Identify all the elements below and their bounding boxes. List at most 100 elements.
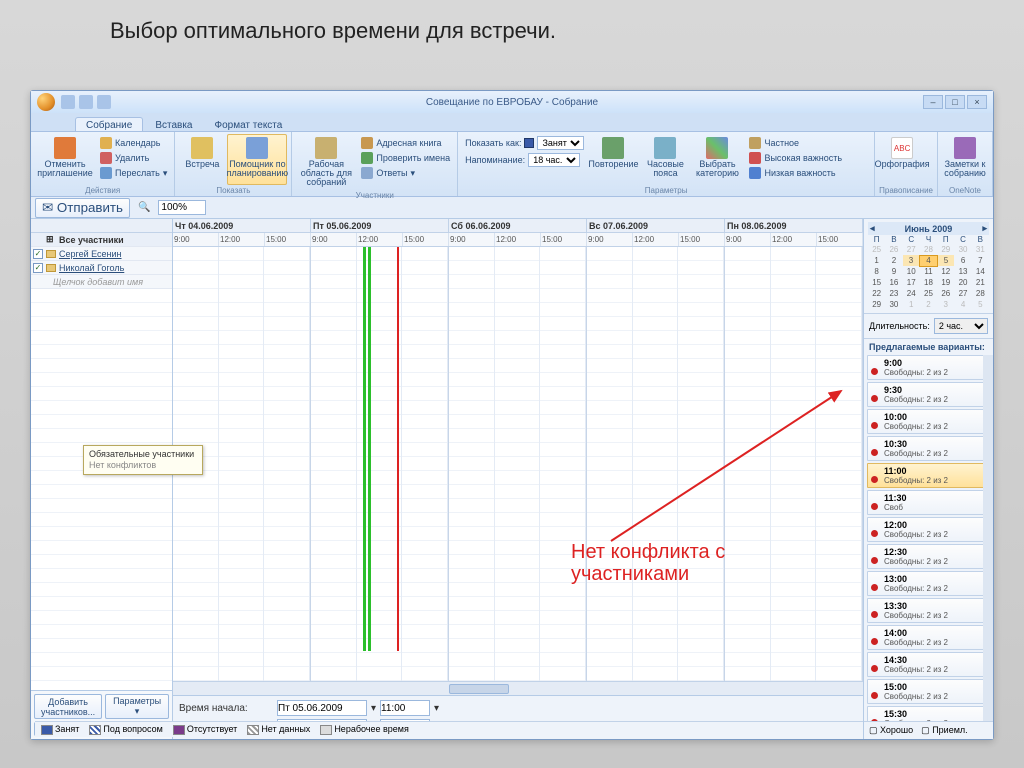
start-date-input[interactable] [277,700,367,716]
suggested-times-label: Предлагаемые варианты: [864,339,993,355]
hour-header-cell: 9:00 [725,233,771,246]
availability-dot-icon [871,611,878,618]
room-finder-panel: ◂Июнь 2009▸ ПВСЧПСВ252627282930311234567… [863,219,993,739]
suggested-time-item[interactable]: 13:00Свободны: 2 из 2 [867,571,990,596]
cal-prev-icon[interactable]: ◂ [870,223,875,234]
suggested-time-item[interactable]: 9:00Свободны: 2 из 2 [867,355,990,380]
delete-icon [100,152,112,164]
low-importance-button[interactable]: Низкая важность [746,166,845,180]
private-button[interactable]: Частное [746,136,845,150]
suggested-time-item[interactable]: 12:00Свободны: 2 из 2 [867,517,990,542]
tab-meeting[interactable]: Собрание [75,117,143,131]
horizontal-scrollbar[interactable] [173,681,863,695]
availability-dot-icon [871,638,878,645]
address-book-button[interactable]: Адресная книга [358,136,453,150]
attendee-header: ⊞ Все участники [31,219,172,247]
selection-end-marker[interactable] [397,247,399,651]
suggested-time-item[interactable]: 10:00Свободны: 2 из 2 [867,409,990,434]
cancel-invitation-button[interactable]: Отменить приглашение [35,134,95,185]
meeting-view-button[interactable]: Встреча [179,134,225,185]
availability-dot-icon [871,368,878,375]
tab-insert[interactable]: Вставка [145,118,202,131]
suggested-time-item[interactable]: 13:30Свободны: 2 из 2 [867,598,990,623]
quick-access-toolbar [61,95,111,109]
zoom-combo[interactable] [158,200,206,215]
close-button[interactable]: × [967,95,987,109]
responses-button[interactable]: Ответы ▾ [358,166,453,180]
group-onenote-label: OneNote [942,185,988,196]
high-importance-button[interactable]: Высокая важность [746,151,845,165]
suggested-time-item[interactable]: 11:30Своб [867,490,990,515]
hour-header: 9:0012:0015:009:0012:0015:009:0012:0015:… [173,233,863,247]
show-as-select[interactable]: Занят [537,136,584,150]
suggestion-scrollbar[interactable] [983,355,993,721]
attendee-checkbox[interactable]: ✓ [33,263,43,273]
delete-button[interactable]: Удалить [97,151,170,165]
selection-start-marker[interactable] [363,247,366,651]
calendar-button[interactable]: Календарь [97,136,170,150]
check-names-button[interactable]: Проверить имена [358,151,453,165]
attendee-name[interactable]: Сергей Есенин [59,249,122,259]
suggested-time-item[interactable]: 14:00Свободны: 2 из 2 [867,625,990,650]
options-button[interactable]: Параметры ▾ [105,694,169,719]
suggested-time-item[interactable]: 11:00Свободны: 2 из 2 [867,463,990,488]
onenote-button[interactable]: Заметки к собранию [942,134,988,185]
qat-save-icon[interactable] [61,95,75,109]
office-button[interactable] [37,93,55,111]
reminder-select[interactable]: 18 час. [528,153,580,167]
window-title: Совещание по ЕВРОБАУ - Собрание [31,97,993,108]
qat-redo-icon[interactable] [97,95,111,109]
cal-next-icon[interactable]: ▸ [982,223,987,234]
suggested-time-item[interactable]: 15:00Свободны: 2 из 2 [867,679,990,704]
meeting-workspace-button[interactable]: Рабочая область для собраний [296,134,356,190]
duration-label: Длительность: [869,321,930,331]
day-column-header: Вс 07.06.2009 [587,219,725,232]
categorize-button[interactable]: Выбрать категорию [694,134,740,181]
scheduling-assistant-button[interactable]: Помощник по планированию [227,134,287,185]
qat-undo-icon[interactable] [79,95,93,109]
attendee-name[interactable]: Николай Гоголь [59,263,124,273]
spelling-button[interactable]: ABCОрфография [879,134,925,185]
hour-header-cell: 15:00 [817,233,863,246]
busy-swatch-icon [524,138,534,148]
availability-dot-icon [871,692,878,699]
suggested-time-item[interactable]: 12:30Свободны: 2 из 2 [867,544,990,569]
send-button[interactable]: ✉ Отправить [35,198,130,218]
ribbon-tabs: Собрание Вставка Формат текста [31,113,993,131]
mail-icon [46,264,56,272]
cancel-icon [54,137,76,159]
timezones-button[interactable]: Часовые пояса [642,134,688,181]
recurrence-button[interactable]: Повторение [590,134,636,172]
timeline-grid[interactable] [173,247,863,681]
group-attendees-label: Участники [296,190,453,201]
tab-format[interactable]: Формат текста [204,118,292,131]
workspace-icon [315,137,337,159]
suggested-time-item[interactable]: 10:30Свободны: 2 из 2 [867,436,990,461]
attendee-row[interactable]: ✓ Сергей Есенин [31,247,172,261]
duration-select[interactable]: 2 час. [934,318,988,334]
maximize-button[interactable]: □ [945,95,965,109]
mini-calendar[interactable]: ◂Июнь 2009▸ ПВСЧПСВ252627282930311234567… [864,219,993,314]
attendee-checkbox[interactable]: ✓ [33,249,43,259]
suggested-time-item[interactable]: 9:30Свободны: 2 из 2 [867,382,990,407]
suggested-time-item[interactable]: 14:30Свободны: 2 из 2 [867,652,990,677]
add-attendee-placeholder[interactable]: Щелчок добавит имя [31,275,172,289]
suggested-time-item[interactable]: 15:30Свободны: 2 из 2 [867,706,990,721]
mail-icon [46,250,56,258]
forward-icon [100,167,112,179]
attendee-row[interactable]: ✓ Николай Гоголь [31,261,172,275]
timeline-panel: Чт 04.06.2009Пт 05.06.2009Сб 06.06.2009В… [173,219,863,739]
attendee-panel: ⊞ Все участники ✓ Сергей Есенин ✓ Николай Г… [31,219,173,739]
hour-header-cell: 12:00 [771,233,817,246]
forward-button[interactable]: Переслать ▾ [97,166,170,180]
add-attendees-button[interactable]: Добавить участников... [34,694,102,719]
onenote-icon [954,137,976,159]
group-proofing-label: Правописание [879,185,933,196]
suggested-times-list: 9:00Свободны: 2 из 29:30Свободны: 2 из 2… [864,355,993,721]
hour-header-cell: 12:00 [219,233,265,246]
minimize-button[interactable]: – [923,95,943,109]
start-time-input[interactable] [380,700,430,716]
zoom-icon: 🔍 [138,202,150,213]
schedule-toolbar: ✉ Отправить 🔍 [31,197,993,219]
hour-header-cell: 15:00 [679,233,725,246]
